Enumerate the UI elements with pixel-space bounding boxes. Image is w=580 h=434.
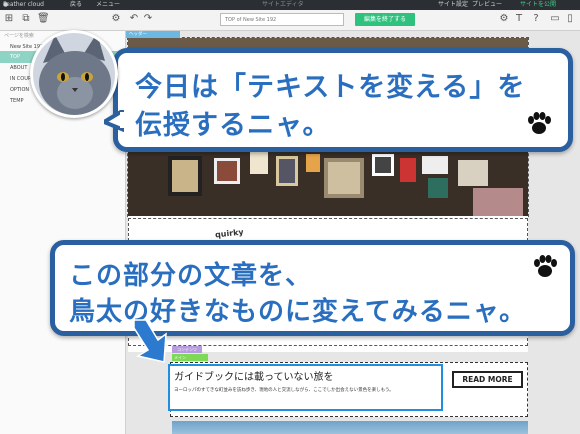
menu-button[interactable]: メニュー <box>96 0 120 10</box>
publish-button[interactable]: サイトを公開 <box>520 0 556 10</box>
editor-title: サイトエディタ <box>262 1 304 8</box>
cat-avatar <box>30 30 118 118</box>
bubble1-line1: 今日は「テキストを変える」を <box>135 72 526 103</box>
desktop-icon[interactable]: ▭ <box>549 13 561 25</box>
copy-icon[interactable]: ⧉ <box>20 13 32 25</box>
gear-icon[interactable]: ⚙ <box>110 13 122 25</box>
page-url-field[interactable]: TOP of New Site 192 <box>220 13 344 26</box>
top-bar: ● Feather cloud 戻る メニュー サイトエディタ サイト設定 プレ… <box>0 0 580 10</box>
undo-icon[interactable]: ↶ <box>128 13 140 25</box>
redo-icon[interactable]: ↷ <box>142 13 154 25</box>
finish-editing-button[interactable]: 編集を終了する <box>355 13 415 26</box>
speech-bubble-1: 今日は「テキストを変える」を 伝授するニャ。 <box>113 48 573 152</box>
gear-icon[interactable]: ⚙ <box>498 13 510 25</box>
arrow-icon <box>133 319 167 363</box>
mobile-icon[interactable]: ▯ <box>564 13 576 25</box>
help-icon[interactable]: ? <box>530 13 542 25</box>
bubble1-line2: 伝授するニャ。 <box>135 110 331 141</box>
cat-face-image <box>33 33 115 115</box>
header-tag[interactable]: ヘッダー <box>126 31 180 38</box>
text-title[interactable]: ガイドブックには載っていない旅を <box>174 368 334 383</box>
bubble-tail <box>104 110 124 132</box>
content-tag[interactable]: コンテンツ <box>172 346 202 353</box>
toolbar: ⊞ ⧉ 🗑 ⚙ ↶ ↷ TOP of New Site 192 編集を終了する … <box>0 10 580 31</box>
editable-text-box[interactable]: ガイドブックには載っていない旅を ヨーロッパのすてきな町並みを訪ね歩き、現地の人… <box>168 364 443 411</box>
finish-button-label: 編集を終了する <box>363 16 406 23</box>
landscape-image <box>172 421 528 434</box>
add-page-icon[interactable]: ⊞ <box>3 13 15 25</box>
app-name: Feather cloud <box>3 1 44 8</box>
read-more-button[interactable]: READ MORE <box>452 371 523 388</box>
text-body[interactable]: ヨーロッパのすてきな町並みを訪ね歩き、現地の人と交流しながら、ここでしか出会えな… <box>174 387 436 394</box>
paw-icon <box>528 112 551 134</box>
site-settings-link[interactable]: サイト設定 <box>438 0 468 10</box>
speech-bubble-2: この部分の文章を、 鳥太の好きなものに変えてみるニャ。 <box>50 240 575 336</box>
paw-icon <box>534 255 557 277</box>
bubble2-line1: この部分の文章を、 <box>69 261 313 291</box>
main-tag-label: メイン <box>174 355 186 360</box>
back-button[interactable]: 戻る <box>70 0 82 10</box>
preview-button[interactable]: プレビュー <box>472 0 502 10</box>
trash-icon[interactable]: 🗑 <box>37 13 50 25</box>
text-icon[interactable]: T <box>513 13 525 25</box>
main-tag[interactable]: メイン <box>172 354 208 361</box>
